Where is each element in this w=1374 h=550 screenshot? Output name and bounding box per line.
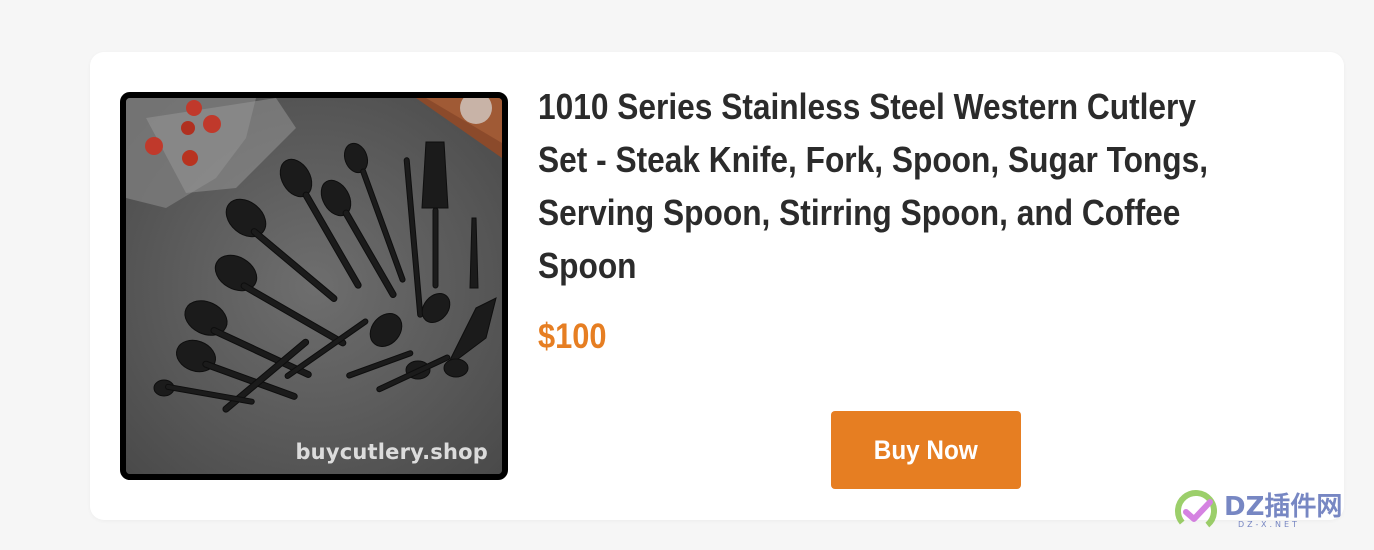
- dz-logo-icon: [1175, 490, 1217, 532]
- buy-now-label: Buy Now: [874, 434, 978, 465]
- dz-logo-subtext: DZ-X.NET: [1238, 520, 1300, 529]
- product-image[interactable]: buycutlery.shop: [120, 92, 508, 480]
- product-title: 1010 Series Stainless Steel Western Cutl…: [538, 86, 1209, 286]
- image-watermark: buycutlery.shop: [295, 440, 488, 464]
- site-logo[interactable]: DZ插件网 DZ-X.NET: [1172, 484, 1362, 540]
- cutlery-photo: [126, 98, 502, 474]
- product-price: $100: [538, 317, 607, 356]
- buy-now-button[interactable]: Buy Now: [831, 411, 1021, 489]
- page: buycutlery.shop 1010 Series Stainless St…: [0, 0, 1374, 550]
- dz-logo-text: DZ插件网: [1224, 492, 1343, 522]
